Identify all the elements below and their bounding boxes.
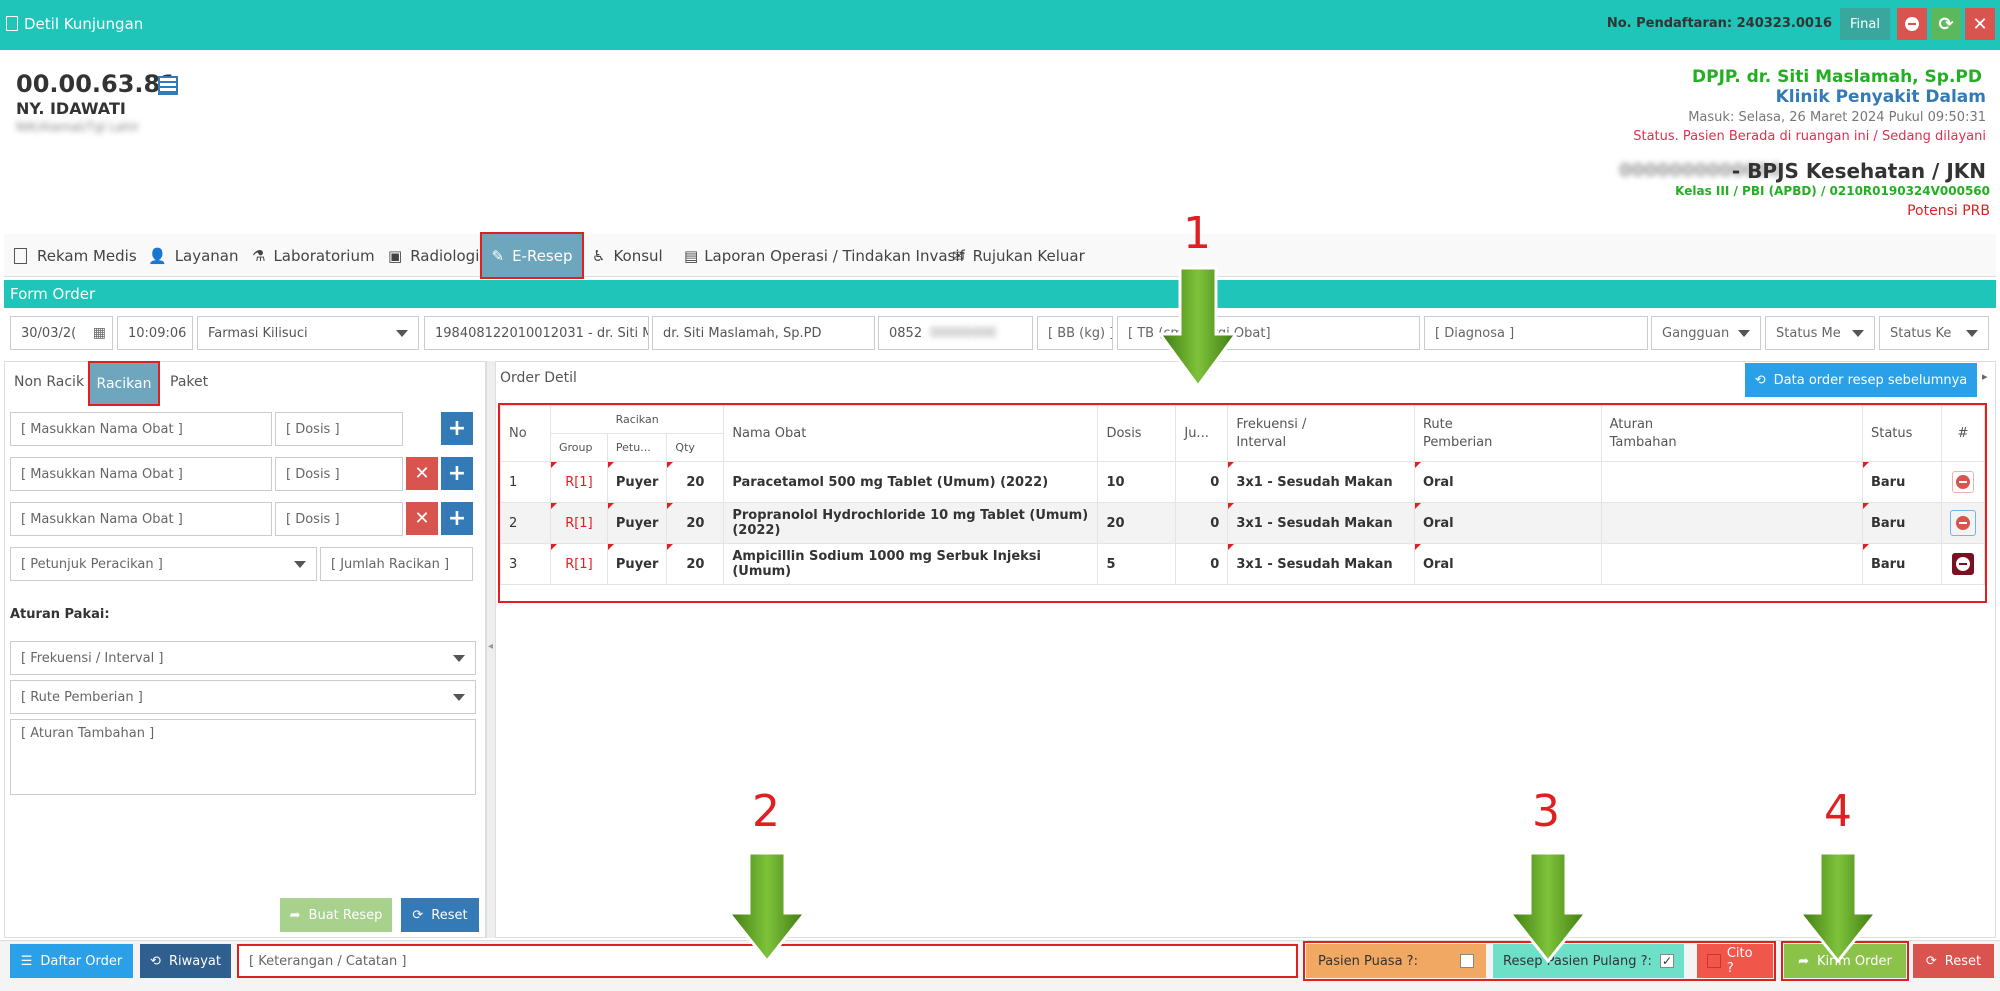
arrow-icon xyxy=(725,851,809,964)
annotation-number-1: 1 xyxy=(1183,208,1211,259)
annotation-number-2: 2 xyxy=(752,786,780,837)
annotation-number-4: 4 xyxy=(1824,786,1852,837)
annotation-overlay xyxy=(725,266,1880,964)
arrow-icon xyxy=(1506,851,1590,964)
annotation-number-3: 3 xyxy=(1532,786,1560,837)
arrow-icon xyxy=(1796,851,1880,964)
arrow-icon xyxy=(1157,266,1239,389)
